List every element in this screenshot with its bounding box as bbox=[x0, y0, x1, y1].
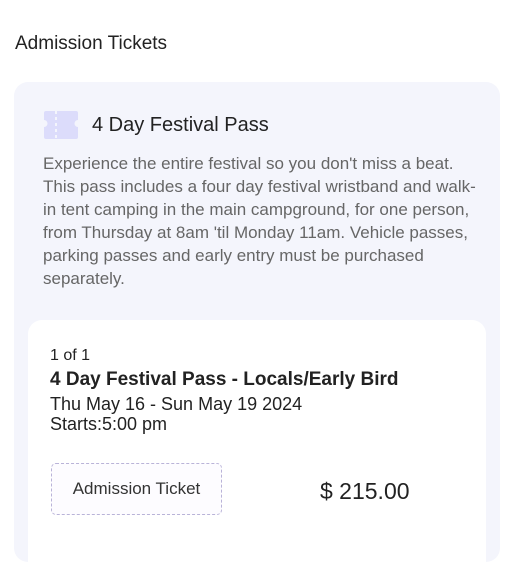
pass-panel: 4 Day Festival Pass Experience the entir… bbox=[14, 82, 500, 580]
pass-title: 4 Day Festival Pass bbox=[92, 113, 269, 136]
ticket-name: 4 Day Festival Pass - Locals/Early Bird bbox=[50, 369, 399, 390]
ticket-dates: Thu May 16 - Sun May 19 2024 bbox=[50, 394, 303, 414]
ticket-icon bbox=[44, 111, 78, 139]
section-title: Admission Tickets bbox=[15, 33, 168, 54]
ticket-start-time: Starts:5:00 pm bbox=[50, 414, 168, 434]
pass-description: Experience the entire festival so you do… bbox=[43, 154, 476, 288]
ticket-card: 1 of 1 4 Day Festival Pass - Locals/Earl… bbox=[28, 320, 486, 580]
ticket-count: 1 of 1 bbox=[50, 347, 91, 364]
ticket-price: $ 215.00 bbox=[320, 478, 410, 504]
pass-header: 4 Day Festival Pass bbox=[43, 110, 269, 140]
admission-ticket-button[interactable]: Admission Ticket bbox=[51, 463, 222, 515]
